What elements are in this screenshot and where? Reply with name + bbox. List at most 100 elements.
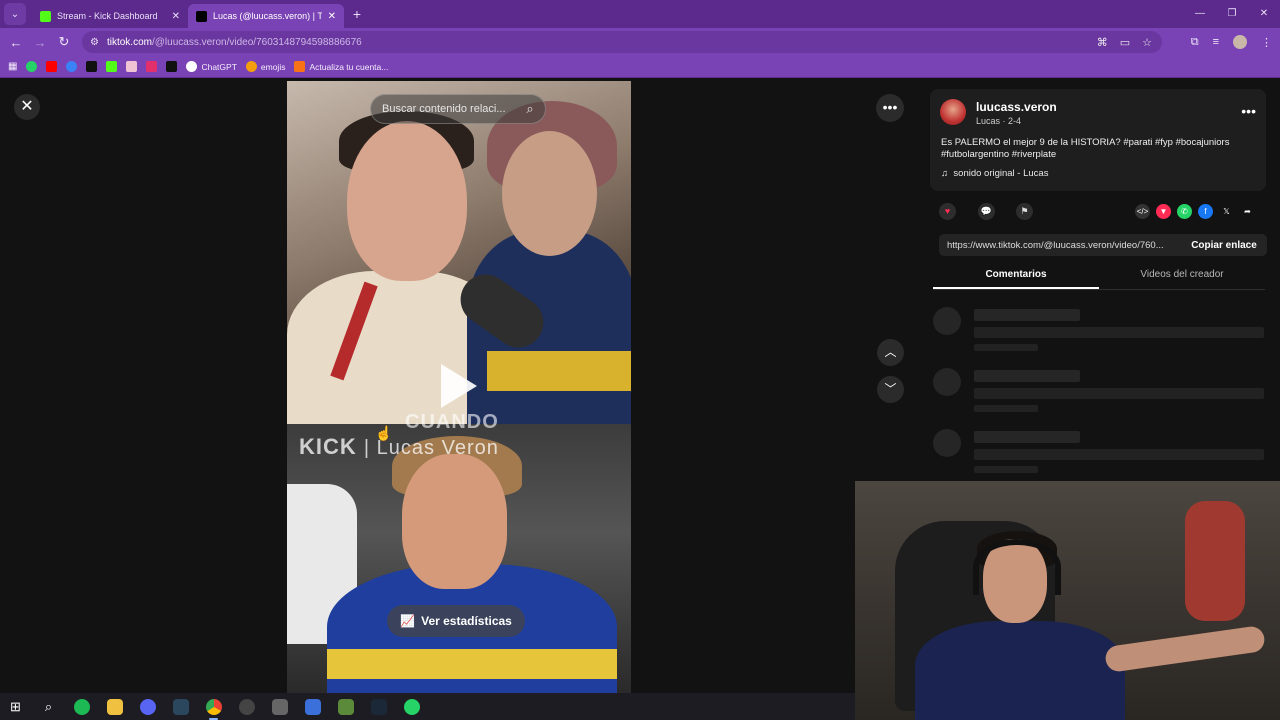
actualiza-bookmark[interactable]: Actualiza tu cuenta... — [294, 61, 388, 72]
edge-bookmark-icon[interactable] — [66, 61, 78, 72]
search-icon[interactable]: ⌕ — [515, 101, 545, 117]
forward-icon[interactable]: → — [28, 35, 52, 50]
embed-code-icon[interactable]: </> — [1135, 204, 1150, 219]
mail-bookmark-icon[interactable] — [126, 61, 138, 72]
bookmark-label: emojis — [260, 61, 286, 72]
close-window-icon[interactable]: ✕ — [1248, 0, 1280, 28]
kick-bookmark-icon[interactable] — [106, 61, 118, 72]
tab-tiktok[interactable]: Lucas (@luucass.veron) | TikTok ✕ — [188, 4, 344, 28]
play-icon[interactable] — [441, 364, 477, 408]
x-share-icon[interactable]: 𝕏 — [1219, 204, 1234, 219]
tab-strip: ⌄ Stream - Kick Dashboard ✕ Lucas (@luuc… — [0, 0, 1280, 28]
music-note-icon: ♫ — [941, 168, 949, 179]
chart-icon: 📈 — [400, 614, 416, 628]
extensions-icon[interactable]: ⧉ — [1191, 36, 1199, 49]
bookmark-label: ChatGPT — [201, 61, 237, 72]
apps-grid-icon[interactable]: ▦ — [8, 61, 17, 72]
app-icon[interactable] — [268, 695, 291, 718]
x-bookmark-icon[interactable] — [166, 61, 178, 72]
address-path: /@luucass.veron/video/760314879459888667… — [151, 36, 362, 48]
profile-avatar[interactable] — [1233, 35, 1247, 49]
instagram-bookmark-icon[interactable] — [146, 61, 158, 72]
tab-comments[interactable]: Comentarios — [933, 269, 1099, 289]
creator-avatar[interactable] — [940, 99, 966, 125]
share-link-row: https://www.tiktok.com/@luucass.veron/vi… — [939, 234, 1267, 256]
chatgpt-bookmark[interactable]: ChatGPT — [186, 61, 237, 72]
app-blue-icon[interactable] — [301, 695, 324, 718]
chrome-icon[interactable] — [202, 695, 225, 720]
next-video-button[interactable]: ﹀ — [877, 376, 904, 403]
file-explorer-icon[interactable] — [103, 695, 126, 718]
tab-kick-dashboard[interactable]: Stream - Kick Dashboard ✕ — [32, 4, 188, 28]
view-stats-label: Ver estadísticas — [421, 614, 512, 628]
site-info-icon[interactable]: ⚙ — [90, 37, 99, 48]
close-tab-icon[interactable]: ✕ — [172, 11, 180, 22]
search-icon[interactable]: ⌕ — [37, 695, 60, 718]
minimize-icon[interactable]: — — [1184, 0, 1216, 28]
windows-start-icon[interactable]: ⊞ — [4, 695, 27, 718]
whatsapp-icon[interactable] — [400, 695, 423, 718]
view-stats-button[interactable]: 📈 Ver estadísticas — [387, 605, 525, 637]
address-host: tiktok.com — [106, 36, 152, 48]
tab-title: Lucas (@luucass.veron) | TikTok — [213, 11, 322, 21]
navigation-bar: ← → ↻ ⚙ tiktok.com/@luucass.veron/video/… — [0, 28, 1280, 56]
discord-icon[interactable] — [136, 695, 159, 718]
video-frame-bottom: KICK | Lucas Veron — [287, 424, 631, 693]
obs-icon[interactable] — [235, 695, 258, 718]
kick-watermark: KICK | Lucas Veron — [299, 434, 499, 459]
tab-search-icon[interactable]: ⌄ — [4, 3, 26, 25]
post-more-icon[interactable]: ••• — [1241, 103, 1256, 119]
reload-icon[interactable]: ↻ — [52, 34, 76, 50]
browser-menu-icon[interactable]: ⋮ — [1261, 36, 1272, 49]
emojis-bookmark[interactable]: emojis — [245, 61, 286, 72]
video-caption-overlay: CUANDO — [405, 411, 499, 433]
youtube-bookmark-icon[interactable] — [46, 61, 58, 72]
send-to-friends-icon[interactable]: ▼ — [1156, 204, 1171, 219]
panel-tabs: Comentarios Videos del creador — [933, 269, 1265, 290]
webcam-overlay — [855, 481, 1280, 720]
back-icon[interactable]: ← — [4, 35, 28, 50]
post-info-card: luucass.veron Lucas · 2-4 ••• Es PALERMO… — [930, 89, 1266, 191]
flame-icon — [294, 61, 306, 72]
save-bookmark-icon[interactable]: ⚑ — [1016, 203, 1033, 220]
tab-title: Stream - Kick Dashboard — [57, 11, 158, 21]
bookmark-star-icon[interactable]: ☆ — [1142, 36, 1152, 49]
sound-label: sonido original - Lucas — [953, 168, 1049, 179]
like-heart-icon[interactable]: ♥ — [939, 203, 956, 220]
tiktok-bookmark-icon[interactable] — [86, 61, 98, 72]
whatsapp-bookmark-icon[interactable] — [26, 61, 38, 72]
post-description: Es PALERMO el mejor 9 de la HISTORIA? #p… — [941, 137, 1230, 160]
kick-favicon-icon — [40, 10, 51, 22]
steam-2-icon[interactable] — [367, 695, 390, 718]
comment-icon[interactable]: 💬 — [978, 203, 995, 220]
minecraft-icon[interactable] — [334, 695, 357, 718]
previous-video-button[interactable]: ︿ — [877, 339, 904, 366]
tab-creator-videos[interactable]: Videos del creador — [1099, 269, 1265, 289]
restore-icon[interactable]: ❐ — [1216, 0, 1248, 28]
sound-row[interactable]: ♫ sonido original - Lucas — [941, 168, 1048, 179]
more-options-button[interactable]: ••• — [876, 94, 904, 122]
chatgpt-icon — [186, 61, 198, 72]
close-tab-icon[interactable]: ✕ — [328, 11, 336, 22]
steam-icon[interactable] — [169, 695, 192, 718]
whatsapp-share-icon[interactable]: ✆ — [1177, 204, 1192, 219]
search-placeholder: Buscar contenido relaci... — [382, 103, 506, 115]
facebook-share-icon[interactable]: f — [1198, 204, 1213, 219]
share-link-field[interactable]: https://www.tiktok.com/@luucass.veron/vi… — [939, 240, 1181, 251]
related-search-input[interactable]: Buscar contenido relaci... ⌕ — [370, 94, 546, 124]
cast-icon[interactable]: ▭ — [1120, 36, 1130, 49]
creator-username[interactable]: luucass.veron — [976, 100, 1057, 114]
share-arrow-icon[interactable]: ➦ — [1240, 204, 1255, 219]
reading-list-icon[interactable]: ≡ — [1213, 36, 1219, 48]
bookmarks-bar: ▦ ChatGPT emojis Actualiza tu cuenta... — [0, 56, 1280, 78]
window-controls: — ❐ ✕ — [1184, 0, 1280, 28]
post-actions: ♥ 💬 ⚑ </> ▼ ✆ f 𝕏 ➦ — [938, 203, 1268, 223]
comment-skeleton — [933, 429, 1265, 487]
copy-link-button[interactable]: Copiar enlace — [1181, 240, 1267, 251]
address-bar[interactable]: ⚙ tiktok.com/@luucass.veron/video/760314… — [82, 31, 1162, 53]
translate-icon[interactable]: ⌘ — [1097, 36, 1108, 49]
close-video-button[interactable]: ✕ — [14, 94, 40, 120]
tiktok-favicon-icon — [196, 10, 207, 22]
spotify-icon[interactable] — [70, 695, 93, 718]
new-tab-button[interactable]: + — [346, 6, 368, 22]
